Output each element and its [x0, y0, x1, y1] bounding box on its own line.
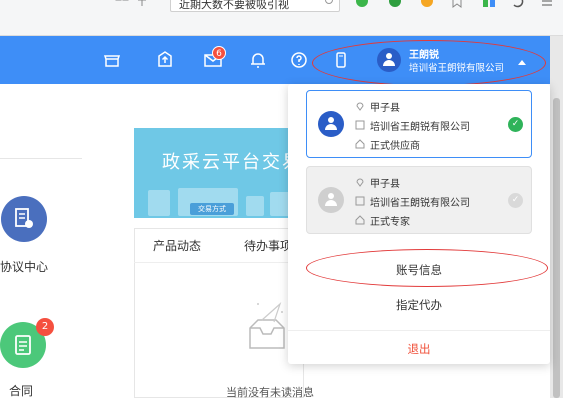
- menu-icon[interactable]: [540, 0, 554, 8]
- page-scrollbar-thumb[interactable]: [553, 98, 560, 398]
- account-role: 正式专家: [370, 217, 410, 228]
- bookmark-icon[interactable]: [450, 0, 464, 8]
- role-icon: [355, 139, 365, 149]
- sidebar-divider: [0, 158, 82, 159]
- role-icon: [355, 215, 365, 225]
- account-info-highlight-ellipse: [306, 249, 548, 287]
- account-region: 甲子县: [370, 179, 400, 190]
- tab-todo[interactable]: 待办事项: [244, 237, 292, 254]
- app-root: 近期大数不要被吸引视 6 王朗锐 培训省王朗锐有限公司 协议中心 2 合同 政采…: [0, 0, 563, 398]
- browser-search-text: 近期大数不要被吸引视: [179, 0, 289, 11]
- help-icon[interactable]: [289, 50, 309, 70]
- menu-divider: [288, 330, 550, 331]
- delegate-menu-item[interactable]: 指定代办: [288, 297, 550, 313]
- search-icon[interactable]: [325, 0, 333, 4]
- meeting-doc-glyph-icon: [15, 208, 33, 228]
- banner-doc2-illustration: [246, 196, 264, 216]
- upload-icon[interactable]: [155, 50, 175, 70]
- building-icon: [355, 120, 365, 130]
- browser-search-input[interactable]: 近期大数不要被吸引视: [170, 0, 340, 12]
- user-highlight-ellipse: [312, 40, 546, 86]
- pin-icon[interactable]: [135, 0, 149, 8]
- undo-icon[interactable]: [510, 0, 524, 8]
- check-icon: ✓: [508, 193, 523, 208]
- user-silhouette-icon: [325, 193, 337, 206]
- extension-green-icon[interactable]: [388, 0, 402, 8]
- check-icon: ✓: [508, 117, 523, 132]
- tab-product-updates[interactable]: 产品动态: [153, 237, 201, 254]
- banner-button[interactable]: 交易方式: [190, 203, 234, 215]
- location-icon: [356, 102, 364, 111]
- message-badge: 6: [212, 46, 226, 60]
- user-silhouette-icon: [325, 117, 337, 130]
- grid-icon[interactable]: [115, 0, 129, 8]
- contract-badge: 2: [36, 318, 54, 336]
- building-icon: [355, 196, 365, 206]
- apps-icon[interactable]: [482, 0, 496, 8]
- sidebar-item-label[interactable]: 协议中心: [0, 258, 48, 275]
- account-org: 培训省王朗锐有限公司: [370, 198, 470, 209]
- store-icon[interactable]: [102, 50, 122, 70]
- empty-inbox-icon: [249, 302, 285, 349]
- empty-message: 当前没有未读消息: [226, 386, 314, 398]
- account-region: 甲子县: [370, 103, 400, 114]
- account-role: 正式供应商: [370, 141, 420, 152]
- tab-divider: [134, 262, 304, 263]
- sidebar-item-label[interactable]: 合同: [9, 382, 33, 398]
- account-org: 培训省王朗锐有限公司: [370, 122, 470, 133]
- clover-icon[interactable]: [355, 0, 369, 8]
- location-icon: [356, 178, 364, 187]
- banner-title: 政采云平台交易: [162, 152, 302, 173]
- extension-orange-icon[interactable]: [420, 0, 434, 8]
- browser-toolbar: 近期大数不要被吸引视: [0, 0, 563, 36]
- contract-doc-glyph-icon: [15, 335, 31, 355]
- bell-icon[interactable]: [248, 50, 268, 70]
- logout-menu-item[interactable]: 退出: [288, 341, 550, 357]
- banner-doc-illustration: [148, 190, 170, 216]
